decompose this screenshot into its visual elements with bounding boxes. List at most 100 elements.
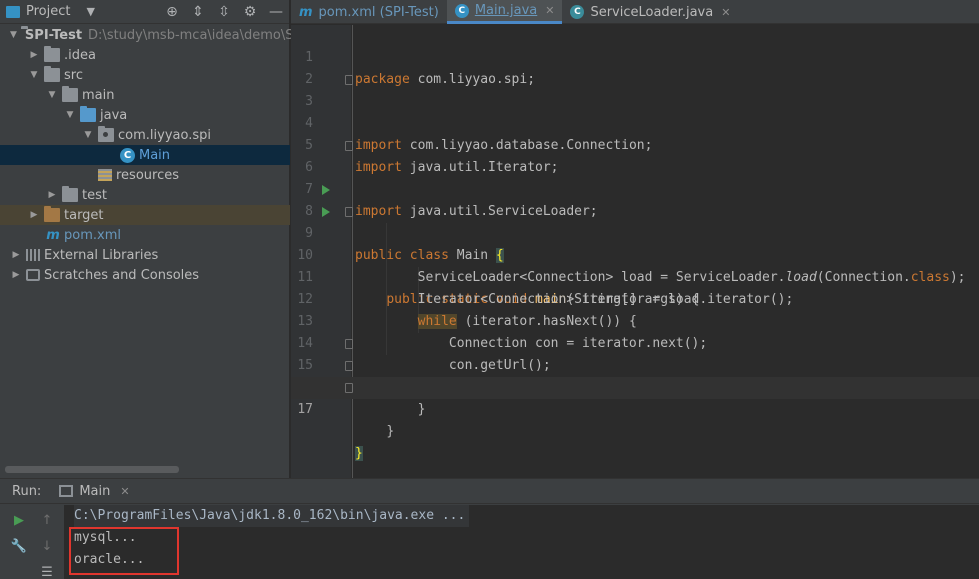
run-gutter-icon[interactable] — [322, 207, 330, 217]
tree-item-scratches[interactable]: ▶ Scratches and Consoles — [0, 265, 290, 285]
tree-item-test[interactable]: ▶ test — [0, 185, 290, 205]
project-view-title[interactable]: Project — [26, 4, 70, 19]
tree-item-main-class[interactable]: C Main — [0, 145, 290, 165]
tab-label: Main.java — [474, 3, 538, 18]
chevron-down-icon[interactable]: ▼ — [82, 130, 94, 140]
tree-item-label: pom.xml — [64, 227, 121, 243]
matched-brace: } — [355, 446, 363, 461]
target-icon[interactable]: ⊕ — [159, 0, 185, 24]
project-header: Project ▼ ⊕ ⇕ ⇳ ⚙ — — [0, 0, 289, 24]
chevron-down-icon[interactable]: ▼ — [86, 5, 94, 18]
fold-icon[interactable] — [345, 75, 353, 85]
editor: m pom.xml (SPI-Test) C Main.java ✕ C Ser… — [291, 0, 979, 478]
chevron-down-icon[interactable]: ▼ — [64, 110, 76, 120]
folder-icon — [62, 86, 78, 102]
tree-item-label: com.liyyao.spi — [118, 127, 211, 143]
code-line: 16 } — [291, 355, 979, 439]
close-icon[interactable]: ✕ — [721, 6, 730, 19]
code-line-current: 17 } — [291, 377, 979, 461]
play-icon[interactable]: ▶ — [8, 509, 30, 531]
tree-item-resources[interactable]: resources — [0, 165, 290, 185]
maven-icon: m — [46, 228, 60, 243]
fold-icon[interactable] — [345, 383, 353, 393]
project-view-icon — [6, 5, 20, 18]
line-number: 17 — [297, 402, 313, 417]
project-tree: ▼ SPI-Test D:\study\msb-mca\idea\demo\S … — [0, 25, 294, 285]
tab-main-java[interactable]: C Main.java ✕ — [446, 0, 563, 24]
package-icon — [98, 126, 114, 142]
code-line: 11 Iterator<Connection> iterator = load.… — [291, 245, 979, 307]
java-class-icon: C — [570, 5, 585, 19]
run-tab-label: Main — [79, 483, 111, 499]
tree-item-spi-test[interactable]: ▼ SPI-Test D:\study\msb-mca\idea\demo\S — [0, 25, 294, 45]
run-tool-window: Run: Main ✕ ▶ ↑ 🔧 ↓ ☰ C:\ProgramFiles\Ja… — [0, 478, 979, 579]
tree-item-pom[interactable]: m pom.xml — [0, 225, 290, 245]
resources-folder-icon — [98, 169, 112, 181]
run-header: Run: Main ✕ — [0, 479, 979, 504]
run-toolbar: ▶ ↑ 🔧 ↓ ☰ — [0, 505, 64, 579]
java-class-icon: C — [120, 147, 135, 163]
fold-icon[interactable] — [345, 141, 353, 151]
chevron-down-icon[interactable]: ▼ — [10, 30, 17, 40]
tree-item-label: SPI-Test — [24, 27, 83, 43]
code-area[interactable]: 1 package com.liyyao.spi; 2 3 import com… — [291, 25, 979, 478]
code-line: 4 — [291, 91, 979, 131]
run-gutter-icon[interactable] — [322, 185, 330, 195]
expand-all-icon[interactable]: ⇕ — [185, 0, 211, 24]
code-line: 7 — [291, 157, 979, 197]
chevron-down-icon[interactable]: ▼ — [46, 90, 58, 100]
fold-icon[interactable] — [345, 207, 353, 217]
chevron-down-icon[interactable]: ▼ — [28, 70, 40, 80]
tab-serviceloader-java[interactable]: C ServiceLoader.java ✕ — [562, 0, 738, 24]
close-icon[interactable]: ✕ — [545, 4, 554, 17]
libraries-icon — [26, 249, 40, 261]
tree-item-package[interactable]: ▼ com.liyyao.spi — [0, 125, 290, 145]
code-line: 3 import com.liyyao.database.Connection; — [291, 69, 979, 153]
tab-pom-xml[interactable]: m pom.xml (SPI-Test) — [291, 0, 447, 24]
collapse-all-icon[interactable]: ⇳ — [211, 0, 237, 24]
code-line: 12 while (iterator.hasNext()) { — [291, 267, 979, 329]
wrench-icon[interactable]: 🔧 — [8, 535, 30, 557]
chevron-right-icon[interactable]: ▶ — [46, 190, 58, 200]
folder-icon — [44, 66, 60, 82]
tree-item-label: resources — [116, 167, 180, 183]
console-output[interactable]: C:\ProgramFiles\Java\jdk1.8.0_162\bin\ja… — [64, 505, 979, 579]
gear-icon[interactable]: ⚙ — [237, 0, 263, 24]
code-line: 14 con.getUrl(); — [291, 311, 979, 373]
tree-item-main-folder[interactable]: ▼ main — [0, 85, 290, 105]
console-command-line: C:\ProgramFiles\Java\jdk1.8.0_162\bin\ja… — [74, 505, 470, 527]
chevron-right-icon[interactable]: ▶ — [10, 270, 22, 280]
fold-icon[interactable] — [345, 339, 353, 349]
arrow-up-icon[interactable]: ↑ — [36, 509, 58, 531]
tree-item-java[interactable]: ▼ java — [0, 105, 290, 125]
tree-item-label: target — [64, 207, 104, 223]
code-line: 10 ServiceLoader<Connection> load = Serv… — [291, 223, 979, 285]
java-class-icon: C — [454, 3, 469, 18]
tree-item-src[interactable]: ▼ src — [0, 65, 290, 85]
tree-item-label: src — [64, 67, 83, 83]
fold-icon[interactable] — [345, 361, 353, 371]
run-label: Run: — [12, 483, 42, 499]
minimize-icon[interactable]: — — [263, 0, 289, 24]
tree-item-label: External Libraries — [44, 247, 159, 263]
project-tool-window: Project ▼ ⊕ ⇕ ⇳ ⚙ — ▼ SPI-Test D:\study\… — [0, 0, 294, 478]
source-folder-icon — [80, 106, 96, 122]
excluded-folder-icon — [44, 206, 60, 222]
project-header-toolbar: ⊕ ⇕ ⇳ ⚙ — — [159, 0, 289, 24]
tab-label: pom.xml (SPI-Test) — [318, 4, 439, 20]
tree-item-label: java — [100, 107, 128, 123]
run-tab-main[interactable]: Main ✕ — [59, 483, 130, 499]
code-line: 8 public class Main { — [291, 179, 979, 263]
tree-item-target[interactable]: ▶ target — [0, 205, 290, 225]
close-icon[interactable]: ✕ — [120, 485, 129, 498]
tree-item-idea[interactable]: ▶ .idea — [0, 45, 290, 65]
project-path: D:\study\msb-mca\idea\demo\S — [88, 27, 294, 43]
arrow-down-icon[interactable]: ↓ — [36, 535, 58, 557]
tree-item-label: Main — [139, 147, 171, 163]
soft-wrap-icon[interactable]: ☰ — [36, 561, 58, 579]
chevron-right-icon[interactable]: ▶ — [28, 210, 40, 220]
horizontal-scrollbar[interactable] — [5, 466, 179, 473]
tree-item-external-libraries[interactable]: ▶ External Libraries — [0, 245, 290, 265]
chevron-right-icon[interactable]: ▶ — [28, 50, 40, 60]
chevron-right-icon[interactable]: ▶ — [10, 250, 22, 260]
